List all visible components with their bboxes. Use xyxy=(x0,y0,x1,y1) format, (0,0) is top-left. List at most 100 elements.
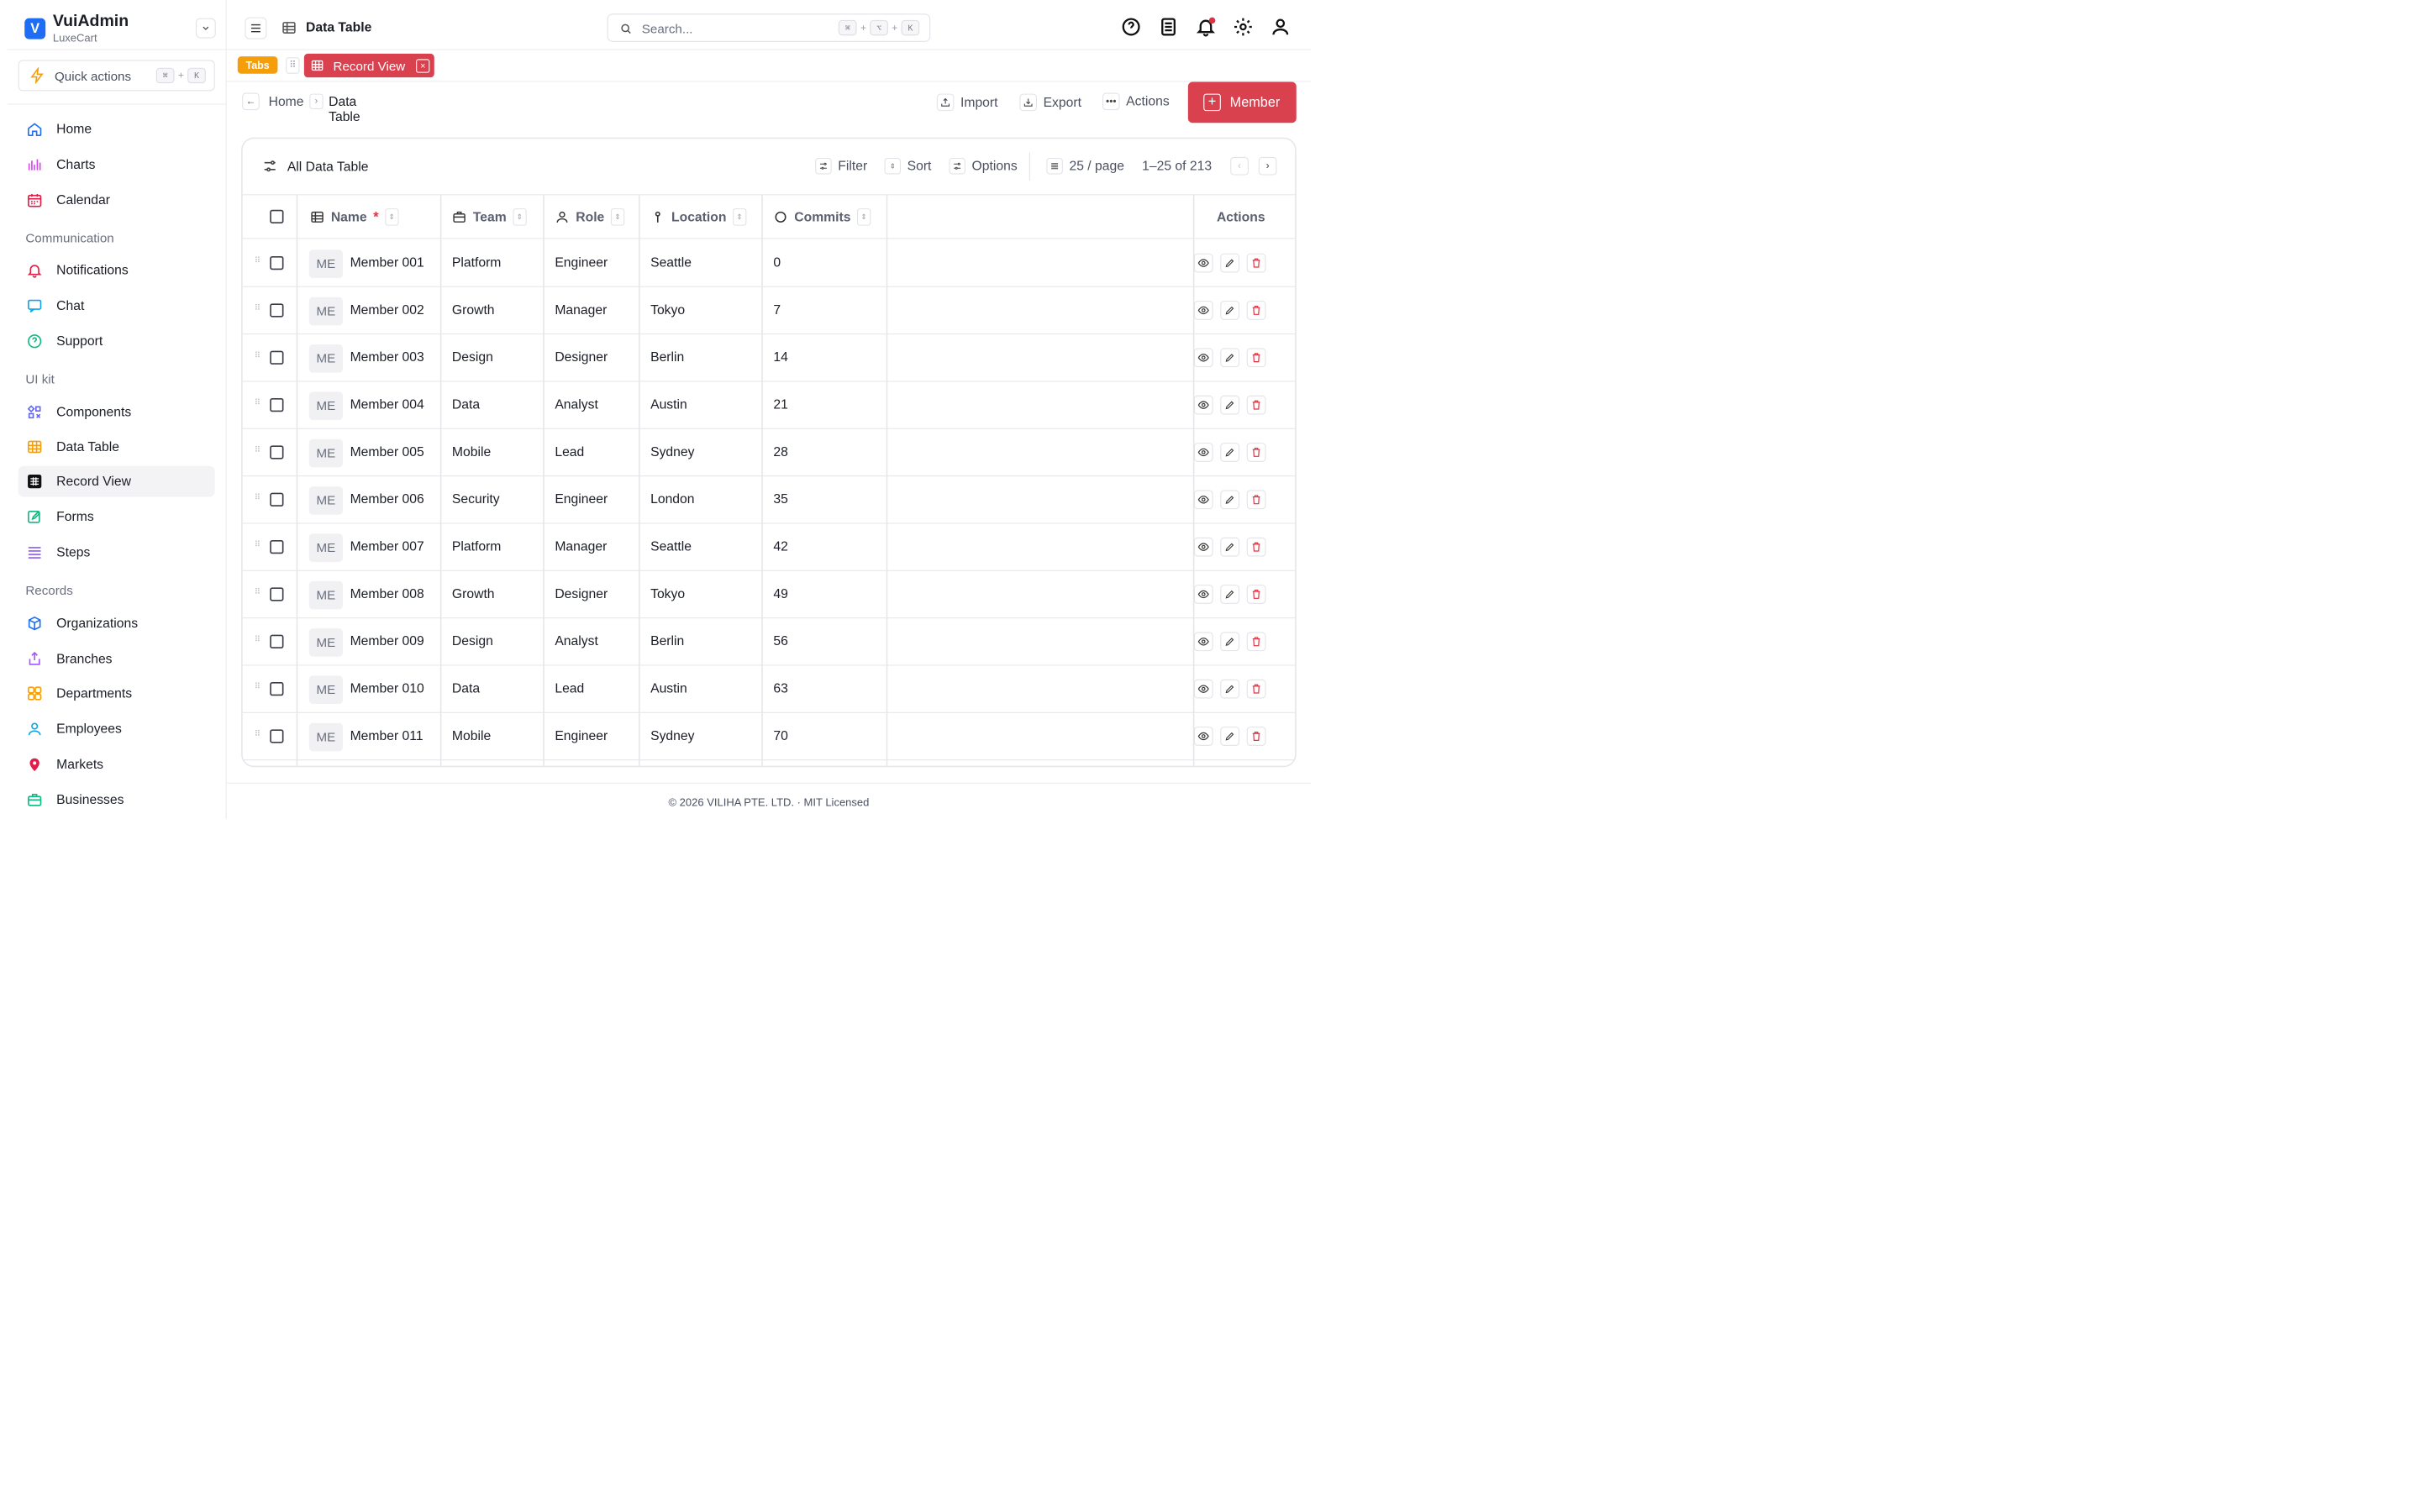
nav-item-employees[interactable]: Employees xyxy=(18,713,215,744)
drag-handle-icon[interactable]: ⠿ xyxy=(255,540,260,549)
page-size-select[interactable]: 25 / page xyxy=(1046,156,1124,176)
sort-toggle-icon[interactable]: ⇕ xyxy=(733,208,747,226)
delete-button[interactable] xyxy=(1246,490,1266,510)
nav-item-branches[interactable]: Branches xyxy=(18,643,215,675)
drag-handle-icon[interactable]: ⠿ xyxy=(255,303,260,312)
edit-button[interactable] xyxy=(1220,443,1240,462)
row-checkbox[interactable] xyxy=(270,492,284,507)
view-button[interactable] xyxy=(1193,537,1213,557)
delete-button[interactable] xyxy=(1246,585,1266,604)
drag-handle-icon[interactable]: ⠿ xyxy=(255,351,260,360)
prev-page-button[interactable]: ‹ xyxy=(1230,156,1249,176)
view-button[interactable] xyxy=(1193,585,1213,604)
edit-button[interactable] xyxy=(1220,253,1240,273)
column-header-commits[interactable]: Commits ⇕ xyxy=(773,207,871,227)
view-button[interactable] xyxy=(1193,679,1213,699)
delete-button[interactable] xyxy=(1246,727,1266,746)
view-button[interactable] xyxy=(1193,301,1213,320)
delete-button[interactable] xyxy=(1246,443,1266,462)
delete-button[interactable] xyxy=(1246,301,1266,320)
next-page-button[interactable]: › xyxy=(1258,156,1277,176)
view-button[interactable] xyxy=(1193,253,1213,273)
column-header-team[interactable]: Team ⇕ xyxy=(452,207,527,227)
row-checkbox[interactable] xyxy=(270,303,284,318)
row-checkbox[interactable] xyxy=(270,587,284,601)
row-checkbox[interactable] xyxy=(270,445,284,459)
settings-button[interactable] xyxy=(1233,17,1254,38)
drag-handle-icon[interactable]: ⠿ xyxy=(255,445,260,454)
table-row[interactable]: ⠿ ME Member 002 Growth Manager Tokyo 7 xyxy=(242,287,1296,335)
edit-button[interactable] xyxy=(1220,395,1240,415)
edit-button[interactable] xyxy=(1220,632,1240,652)
drag-handle-icon[interactable]: ⠿ xyxy=(255,256,260,265)
table-row[interactable]: ⠿ ME Member 001 Platform Engineer Seattle 0 xyxy=(242,239,1296,287)
row-checkbox[interactable] xyxy=(270,397,284,412)
table-row[interactable]: ⠿ ME Member 005 Mobile Lead Sydney 28 xyxy=(242,429,1296,477)
edit-button[interactable] xyxy=(1220,490,1240,510)
view-button[interactable] xyxy=(1193,632,1213,652)
row-checkbox[interactable] xyxy=(270,539,284,554)
nav-item-calendar[interactable]: Calendar xyxy=(18,185,215,216)
nav-item-notifications[interactable]: Notifications xyxy=(18,255,215,286)
edit-button[interactable] xyxy=(1220,585,1240,604)
docs-button[interactable] xyxy=(1158,17,1179,38)
nav-item-support[interactable]: Support xyxy=(18,326,215,357)
delete-button[interactable] xyxy=(1246,348,1266,368)
nav-item-steps[interactable]: Steps xyxy=(18,537,215,568)
sort-button[interactable]: ⇕ Sort xyxy=(884,156,931,176)
sort-toggle-icon[interactable]: ⇕ xyxy=(513,208,527,226)
user-menu-button[interactable] xyxy=(1270,17,1291,38)
column-header-name[interactable]: Name * ⇕ xyxy=(310,207,399,227)
add-member-button[interactable]: + Member xyxy=(1187,81,1297,123)
delete-button[interactable] xyxy=(1246,253,1266,273)
select-all-checkbox[interactable] xyxy=(270,209,284,223)
table-row[interactable]: ⠿ ME Member 011 Mobile Engineer Sydney 70 xyxy=(242,713,1296,761)
edit-button[interactable] xyxy=(1220,301,1240,320)
table-row[interactable]: ⠿ ME Member 004 Data Analyst Austin 21 xyxy=(242,381,1296,429)
delete-button[interactable] xyxy=(1246,679,1266,699)
drag-handle-icon[interactable]: ⠿ xyxy=(255,493,260,501)
edit-button[interactable] xyxy=(1220,348,1240,368)
row-checkbox[interactable] xyxy=(270,255,284,270)
drag-handle-icon[interactable]: ⠿ xyxy=(255,729,260,738)
edit-button[interactable] xyxy=(1220,537,1240,557)
drag-handle-icon[interactable]: ⠿ xyxy=(255,587,260,596)
view-button[interactable] xyxy=(1193,348,1213,368)
view-button[interactable] xyxy=(1193,490,1213,510)
nav-item-departments[interactable]: Departments xyxy=(18,678,215,709)
sort-toggle-icon[interactable]: ⇕ xyxy=(385,208,399,226)
breadcrumb-home[interactable]: Home xyxy=(269,95,304,110)
import-button[interactable]: Import xyxy=(936,91,998,113)
view-button[interactable] xyxy=(1193,727,1213,746)
nav-item-businesses[interactable]: Businesses xyxy=(18,785,215,816)
nav-item-chat[interactable]: Chat xyxy=(18,291,215,322)
filter-button[interactable]: Filter xyxy=(815,156,867,176)
table-row[interactable]: ⠿ ME Member 003 Design Designer Berlin 14 xyxy=(242,334,1296,382)
row-checkbox[interactable] xyxy=(270,634,284,648)
drag-handle-icon[interactable]: ⠿ xyxy=(286,57,300,74)
nav-item-charts[interactable]: Charts xyxy=(18,150,215,181)
nav-item-home[interactable]: Home xyxy=(18,113,215,144)
nav-item-data-table[interactable]: Data Table xyxy=(18,432,215,463)
row-checkbox[interactable] xyxy=(270,729,284,743)
delete-button[interactable] xyxy=(1246,395,1266,415)
nav-item-components[interactable]: Components xyxy=(18,396,215,428)
row-checkbox[interactable] xyxy=(270,350,284,365)
nav-item-organizations[interactable]: Organizations xyxy=(18,608,215,639)
close-icon[interactable]: × xyxy=(416,59,430,73)
actions-menu-button[interactable]: ••• Actions xyxy=(1102,90,1170,113)
table-row[interactable]: ⠿ ME Member 007 Platform Manager Seattle 42 xyxy=(242,523,1296,571)
table-row[interactable]: ⠿ ME Member 008 Growth Designer Tokyo 49 xyxy=(242,571,1296,619)
table-row[interactable]: ⠿ ME Member 006 Security Engineer London 35 xyxy=(242,476,1296,524)
nav-item-record-view[interactable]: Record View xyxy=(18,465,215,497)
table-row[interactable]: ⠿ ME Member 009 Design Analyst Berlin 56 xyxy=(242,618,1296,666)
sort-toggle-icon[interactable]: ⇕ xyxy=(857,208,871,226)
workspace-switcher-button[interactable] xyxy=(195,18,216,39)
edit-button[interactable] xyxy=(1220,727,1240,746)
notifications-button[interactable] xyxy=(1196,17,1217,38)
sort-toggle-icon[interactable]: ⇕ xyxy=(610,208,625,226)
help-button[interactable] xyxy=(1121,17,1142,38)
back-button[interactable]: ← xyxy=(242,92,260,111)
nav-item-markets[interactable]: Markets xyxy=(18,749,215,780)
export-button[interactable]: Export xyxy=(1019,91,1081,113)
